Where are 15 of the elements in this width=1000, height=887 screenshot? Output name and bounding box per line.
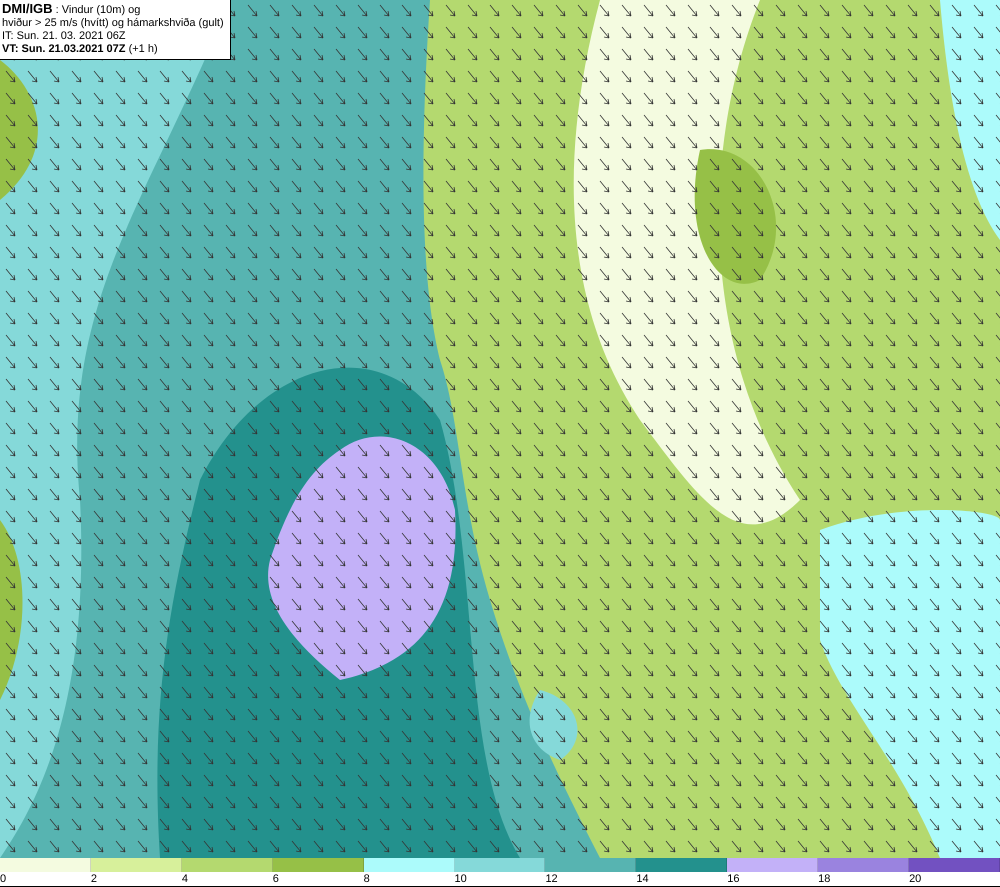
map-caption-line: hviður > 25 m/s (hvítt) og hámarkshviða (gult) — [2, 17, 225, 30]
legend-label: 4 — [182, 872, 188, 886]
map-caption-line: VT: Sun. 21.03.2021 07Z (+1 h) — [2, 43, 159, 56]
legend-label: 20 — [909, 872, 922, 886]
legend-label: 16 — [727, 872, 740, 886]
legend-label: 12 — [545, 872, 558, 886]
legend-label: 10 — [454, 872, 467, 886]
legend-label: 8 — [364, 872, 370, 886]
map-caption-line: IT: Sun. 21. 03. 2021 06Z — [2, 30, 127, 43]
legend-label: 18 — [818, 872, 830, 886]
legend-label: 14 — [636, 872, 649, 886]
map-caption-line: DMI/IGB : Vindur (10m) og — [2, 2, 142, 17]
legend-label: 6 — [272, 872, 279, 886]
legend-label: 0 — [0, 872, 6, 886]
legend-label: 2 — [90, 872, 98, 886]
